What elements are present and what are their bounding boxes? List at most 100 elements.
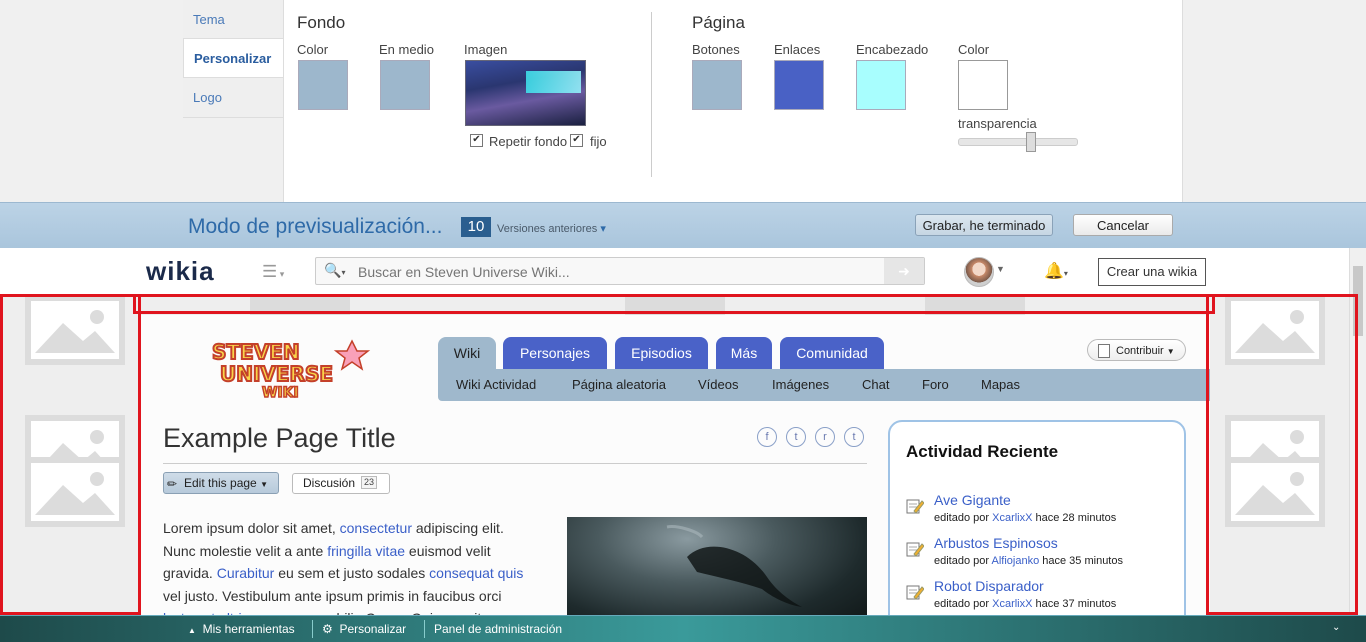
cancel-button[interactable]: Cancelar (1073, 214, 1173, 236)
title-divider (163, 463, 867, 464)
customize-link[interactable]: ⚙ Personalizar (322, 622, 406, 636)
pagina-color-swatch[interactable] (958, 60, 1008, 110)
wikia-logo[interactable]: wikia (146, 256, 215, 287)
tab-logo[interactable]: Logo (183, 78, 283, 118)
subnav-imagenes[interactable]: Imágenes (772, 377, 829, 392)
wiki-tab-episodios[interactable]: Episodios (615, 337, 708, 369)
contribute-button[interactable]: Contribuir ▼ (1087, 339, 1186, 361)
reddit-share-icon[interactable]: r (815, 427, 835, 447)
gear-icon: ⚙ (322, 622, 333, 636)
subnav-foro[interactable]: Foro (922, 377, 949, 392)
subnav-videos[interactable]: Vídeos (698, 377, 738, 392)
twitter-share-icon[interactable]: t (786, 427, 806, 447)
versions-dropdown[interactable]: Versiones anteriores ▾ (497, 222, 606, 235)
wiki-tab-mas[interactable]: Más (716, 337, 772, 369)
article-text: vel justo. Vestibulum ante ipsum primis … (163, 587, 502, 604)
article-link[interactable]: Curabitur (217, 565, 275, 581)
my-tools-menu[interactable]: ▲ Mis herramientas (188, 622, 295, 636)
subnav-chat[interactable]: Chat (862, 377, 889, 392)
botones-swatch[interactable] (692, 60, 742, 110)
edit-page-button[interactable]: ✏ Edit this page ▼ (163, 472, 279, 494)
enlaces-label: Enlaces (774, 42, 821, 57)
search-submit-icon[interactable]: ➜ (884, 258, 924, 284)
article-text: Lorem ipsum dolor sit amet, (163, 520, 336, 536)
chevron-down-icon: ▼ (1166, 347, 1175, 356)
preview-title: Modo de previsualización... (188, 215, 443, 238)
svg-text:WIKI: WIKI (262, 385, 299, 399)
create-wiki-button[interactable]: Crear una wikia (1098, 258, 1206, 286)
wiki-tab-wiki[interactable]: Wiki (438, 337, 496, 369)
scrollbar-thumb[interactable] (1353, 266, 1363, 336)
activity-time: hace 37 minutos (1035, 598, 1117, 610)
fondo-color-swatch[interactable] (298, 60, 348, 110)
wiki-tab-comunidad[interactable]: Comunidad (780, 337, 884, 369)
search-input[interactable] (356, 263, 880, 281)
article-link[interactable]: consectetur (340, 520, 412, 536)
encabezado-label: Encabezado (856, 42, 929, 57)
subnav-wiki-actividad[interactable]: Wiki Actividad (456, 377, 536, 392)
thumbnail-highlight (526, 71, 581, 93)
activity-meta: editado por XcarlixX hace 28 minutos (934, 512, 1116, 524)
activity-page-link[interactable]: Ave Gigante (934, 492, 1011, 508)
wiki-tab-personajes[interactable]: Personajes (503, 337, 607, 369)
activity-time: hace 35 minutos (1042, 555, 1123, 567)
image-placeholder-icon (1225, 295, 1325, 365)
chevron-down-icon[interactable]: ▼ (996, 264, 1005, 274)
global-nav: wikia ☰ ▾ 🔍▾ ➜ ▼ 🔔▾ Crear una wikia (0, 248, 1366, 295)
admin-panel-link[interactable]: Panel de administración (434, 622, 562, 636)
fijo-checkbox[interactable]: ✔ (570, 134, 583, 147)
image-placeholder-icon (25, 295, 125, 365)
activity-by: editado por (934, 598, 990, 610)
search-icon[interactable]: 🔍▾ (324, 262, 345, 279)
discussion-button[interactable]: Discusión 23 (292, 473, 390, 494)
activity-user-link[interactable]: XcarlixX (992, 512, 1032, 524)
activity-time: hace 28 minutos (1035, 512, 1117, 524)
collapse-toolbar-icon[interactable]: ⌄ (1332, 622, 1340, 633)
save-button[interactable]: Grabar, he terminado (915, 214, 1053, 236)
facebook-share-icon[interactable]: f (757, 427, 777, 447)
repetir-label: Repetir fondo (489, 134, 568, 149)
activity-user-link[interactable]: XcarlixX (992, 598, 1032, 610)
fondo-color-label: Color (297, 42, 329, 57)
versions-label: Versiones anteriores (497, 223, 598, 235)
wiki-article-area: STEVEN UNIVERSE WIKI Wiki Personajes Epi… (140, 315, 1210, 621)
customize-label: Personalizar (339, 622, 407, 636)
recent-activity-title: Actividad Reciente (906, 442, 1059, 461)
edit-icon (906, 498, 925, 514)
article-link[interactable]: fringilla vitae (327, 543, 405, 559)
fondo-medio-swatch[interactable] (380, 60, 430, 110)
article-image[interactable] (567, 517, 867, 621)
article-link[interactable]: consequat quis (429, 565, 523, 581)
fondo-image-thumbnail[interactable] (465, 60, 586, 126)
subnav-pagina-aleatoria[interactable]: Página aleatoria (572, 377, 666, 392)
encabezado-swatch[interactable] (856, 60, 906, 110)
avatar[interactable] (964, 257, 994, 287)
tumblr-share-icon[interactable]: t (844, 427, 864, 447)
hamburger-menu-icon[interactable]: ☰ ▾ (262, 262, 284, 282)
activity-by: editado por (934, 555, 990, 567)
activity-page-link[interactable]: Robot Disparador (934, 578, 1044, 594)
transparencia-label: transparencia (958, 116, 1037, 131)
theme-designer: Tema Personalizar Logo Fondo Color En me… (0, 0, 1366, 202)
image-placeholder-icon (25, 457, 125, 527)
fondo-title: Fondo (297, 13, 346, 32)
steven-universe-wiki-logo[interactable]: STEVEN UNIVERSE WIKI (202, 337, 377, 399)
transparencia-slider-track[interactable] (958, 138, 1078, 146)
contribute-label: Contribuir (1116, 345, 1164, 357)
transparencia-slider-thumb[interactable] (1026, 132, 1036, 152)
pencil-icon: ✏ (167, 477, 178, 491)
section-divider (651, 12, 652, 177)
image-placeholder-icon (925, 295, 1025, 315)
activity-page-link[interactable]: Arbustos Espinosos (934, 535, 1058, 551)
discussion-label: Discusión (303, 476, 356, 490)
search-box: 🔍▾ ➜ (315, 257, 925, 285)
enlaces-swatch[interactable] (774, 60, 824, 110)
activity-user-link[interactable]: Alfiojanko (992, 555, 1040, 567)
tab-personalizar[interactable]: Personalizar (183, 38, 283, 78)
tab-tema[interactable]: Tema (183, 0, 283, 40)
subnav-mapas[interactable]: Mapas (981, 377, 1020, 392)
wiki-subnav: Wiki Actividad Página aleatoria Vídeos I… (438, 369, 1210, 401)
repetir-checkbox[interactable]: ✔ (470, 134, 483, 147)
notifications-bell-icon[interactable]: 🔔▾ (1044, 261, 1068, 281)
page-scrollbar[interactable] (1349, 248, 1366, 621)
